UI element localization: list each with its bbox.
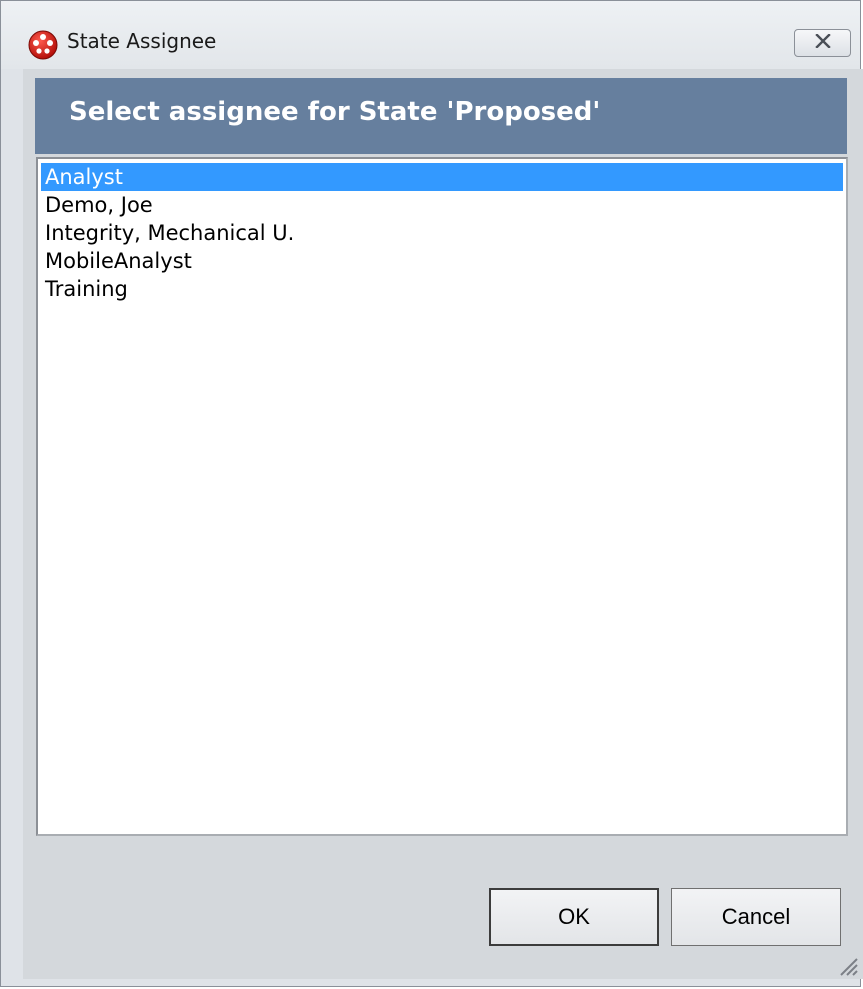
list-item[interactable]: Analyst — [41, 163, 843, 191]
list-item[interactable]: Integrity, Mechanical U. — [41, 219, 843, 247]
ok-button[interactable]: OK — [489, 888, 659, 946]
list-item[interactable]: Demo, Joe — [41, 191, 843, 219]
cancel-button[interactable]: Cancel — [671, 888, 841, 946]
close-button[interactable] — [794, 29, 851, 57]
list-item[interactable]: MobileAnalyst — [41, 247, 843, 275]
header-title: Select assignee for State 'Proposed' — [69, 97, 601, 127]
app-logo-icon — [28, 30, 58, 60]
list-item[interactable]: Training — [41, 275, 843, 303]
title-bar[interactable]: State Assignee — [1, 1, 860, 69]
close-icon — [814, 32, 831, 53]
assignee-list[interactable]: Analyst Demo, Joe Integrity, Mechanical … — [36, 157, 848, 836]
resize-grip-icon[interactable] — [831, 949, 859, 977]
window-title: State Assignee — [67, 29, 217, 53]
state-assignee-dialog: State Assignee Select assignee for State… — [0, 0, 863, 987]
header-banner: Select assignee for State 'Proposed' — [35, 78, 847, 154]
